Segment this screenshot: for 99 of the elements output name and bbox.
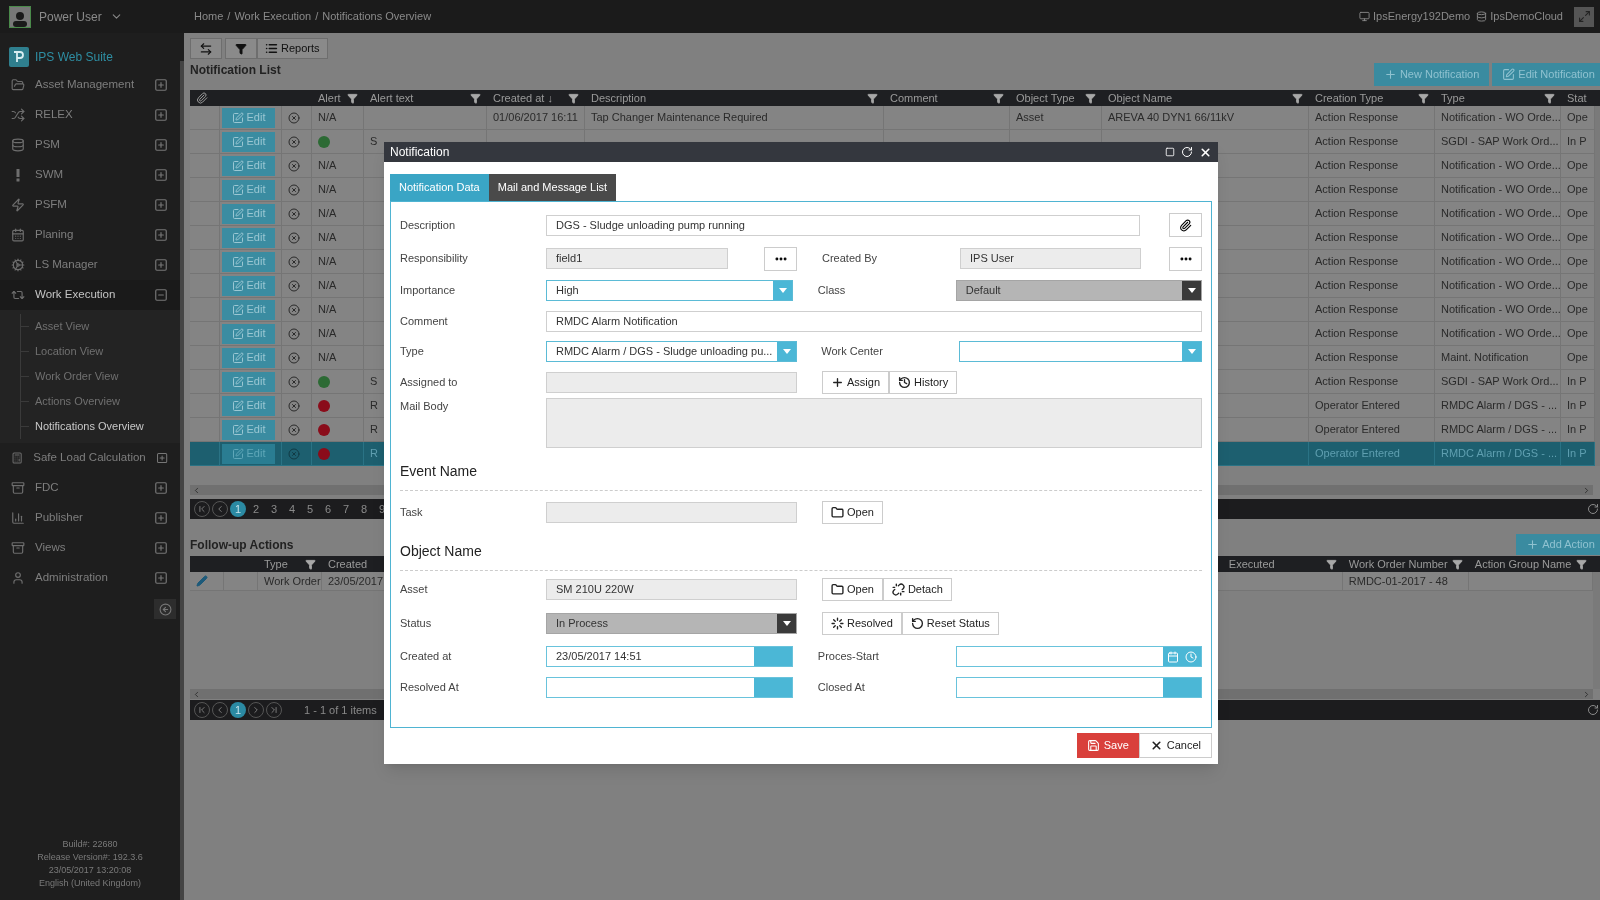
table-cell-text: In P [1567, 374, 1587, 390]
dialog-title: Notification [390, 144, 450, 161]
field-label: Created By [822, 252, 878, 265]
table-cell-text: Notification - WO Orde... [1441, 182, 1561, 198]
table-cell-text: Action Response [1315, 134, 1399, 150]
field-label: Class [817, 284, 846, 297]
table-cell-text: N/A [318, 182, 337, 198]
table-cell-text: Ope [1567, 254, 1588, 270]
table-cell-text: N/A [318, 302, 337, 318]
field-label: Closed At [817, 680, 865, 693]
table-cell-text: Action Response [1315, 278, 1399, 294]
table-cell-text: N/A [318, 350, 337, 366]
table-cell-text: R [370, 446, 378, 462]
table-cell-text: S [370, 374, 378, 390]
table-cell-text: Notification - WO Orde... [1441, 302, 1561, 318]
table-cell-text: RMDC Alarm / DGS - ... [1441, 422, 1558, 438]
table-cell-text: In P [1567, 446, 1587, 462]
table-cell-text: Ope [1567, 230, 1588, 246]
breadcrumb-separator: / [315, 9, 319, 25]
build-info: 23/05/2017 13:20:08 [48, 864, 132, 877]
field-label: Proces-Start [817, 650, 879, 663]
table-cell-text: Ope [1567, 326, 1588, 342]
section-title: Notification List [190, 62, 281, 79]
section-title: Follow-up Actions [190, 537, 294, 554]
brand-name: IPS Web Suite [35, 49, 113, 66]
table-cell-text: N/A [318, 230, 337, 246]
table-cell-text: Notification - WO Orde... [1441, 278, 1561, 294]
table-cell-text: Action Response [1315, 374, 1399, 390]
table-cell-text: Notification - WO Orde... [1441, 110, 1561, 126]
build-info: Release Version#: 192.3.6 [37, 851, 143, 864]
table-cell-text: Action Response [1315, 158, 1399, 174]
field-label: Created at [400, 650, 452, 663]
table-cell-text: RMDC Alarm / DGS - ... [1441, 446, 1558, 462]
table-cell-text: R [370, 422, 378, 438]
field-label: Responsibility [400, 252, 468, 265]
table-cell-text: Operator Entered [1315, 422, 1400, 438]
server-name: IpsEnergy192Demo [1373, 9, 1471, 25]
table-cell-text: Notification - WO Orde... [1441, 326, 1561, 342]
table-cell-text: Action Response [1315, 254, 1399, 270]
table-cell-text: 23/05/2017 [328, 573, 384, 589]
table-cell-text: Notification - WO Orde... [1441, 206, 1561, 222]
table-cell-text: SGDI - SAP Work Ord... [1441, 374, 1559, 390]
section-heading: Object Name [400, 542, 482, 561]
database-name: IpsDemoCloud [1490, 9, 1563, 25]
table-cell-text: Action Response [1315, 182, 1399, 198]
table-cell-text: Action Response [1315, 302, 1399, 318]
table-cell-text: Action Response [1315, 206, 1399, 222]
field-label: Description [400, 218, 456, 231]
table-cell-text: Ope [1567, 110, 1588, 126]
field-label: Mail Body [400, 400, 449, 412]
build-info: Build#: 22680 [62, 838, 118, 851]
field-label: Comment [400, 314, 448, 327]
field-label: Task [400, 505, 423, 518]
table-cell-text: In P [1567, 398, 1587, 414]
table-cell-text: Action Response [1315, 326, 1399, 342]
table-cell-text: N/A [318, 326, 337, 342]
table-cell-text: Operator Entered [1315, 398, 1400, 414]
table-cell-text: N/A [318, 278, 337, 294]
table-cell-text: Maint. Notification [1441, 350, 1529, 366]
table-cell-text: N/A [318, 206, 337, 222]
table-cell-text: Ope [1567, 278, 1588, 294]
table-cell-text: Ope [1567, 158, 1588, 174]
table-cell-text: Ope [1567, 302, 1588, 318]
table-cell-text: Action Response [1315, 230, 1399, 246]
table-cell-text: Notification - WO Orde... [1441, 254, 1561, 270]
table-cell-text: RMDC Alarm / DGS - ... [1441, 398, 1558, 414]
table-cell-text: N/A [318, 110, 337, 126]
pager-summary: 1 - 1 of 1 items [304, 702, 377, 718]
build-info: English (United Kingdom) [38, 877, 142, 890]
table-cell-text: Ope [1567, 206, 1588, 222]
table-cell-text: Work Order [264, 573, 321, 589]
table-cell-text: 01/06/2017 16:11 [493, 110, 578, 126]
field-label: Status [400, 617, 432, 630]
table-cell-text: Action Response [1315, 350, 1399, 366]
table-cell-text: S [370, 134, 378, 150]
field-label: Asset [400, 582, 428, 595]
field-label: Resolved At [400, 680, 459, 693]
breadcrumb-separator: / [227, 9, 231, 25]
table-cell-text: R [370, 398, 378, 414]
table-cell-text: In P [1567, 134, 1587, 150]
table-cell-text: RMDC-01-2017 - 48 [1348, 573, 1448, 589]
table-cell-text: Notification - WO Orde... [1441, 158, 1561, 174]
table-cell-text: Action Response [1315, 110, 1399, 126]
field-label: Type [400, 344, 424, 357]
section-heading: Event Name [400, 462, 478, 481]
table-cell-text: In P [1567, 422, 1587, 438]
table-cell-text: Operator Entered [1315, 446, 1400, 462]
table-cell-text: Notification - WO Orde... [1441, 230, 1561, 246]
table-cell-text: N/A [318, 254, 337, 270]
table-cell-text: Tap Changer Maintenance Required [591, 110, 768, 126]
table-cell-text: Asset [1016, 110, 1044, 126]
table-cell-text: Ope [1567, 182, 1588, 198]
table-cell-text: N/A [318, 158, 337, 174]
field-label: Assigned to [400, 375, 458, 388]
table-cell-text: Ope [1567, 350, 1588, 366]
field-label: Work Center [821, 344, 883, 357]
table-cell-text: SGDI - SAP Work Ord... [1441, 134, 1559, 150]
table-cell-text: AREVA 40 DYN1 66/11kV [1108, 110, 1235, 126]
field-label: Importance [400, 284, 456, 297]
